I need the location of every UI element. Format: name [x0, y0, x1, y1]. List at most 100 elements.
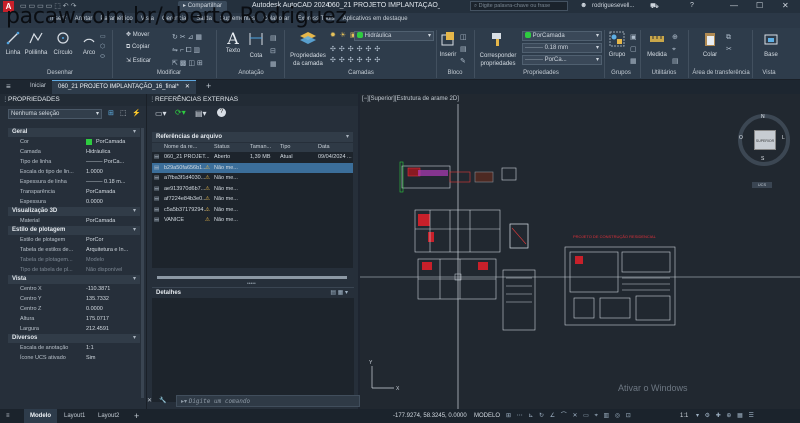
dimension-button[interactable]: Cota — [246, 30, 266, 59]
xref-row[interactable]: ▤ af7224e84b3e0... ⚠ Não me... — [152, 194, 353, 205]
property-row[interactable]: Largura 212.4591 — [8, 324, 140, 334]
refresh-icon[interactable]: ⟳▾ — [175, 108, 186, 117]
measure-button[interactable]: Medida — [644, 31, 670, 58]
xref-row[interactable]: ▤ c5a5b37179294... ⚠ Não me... — [152, 205, 353, 216]
base-view-button[interactable]: Base — [758, 31, 784, 58]
property-row[interactable]: Tipo de tabela de pl... Não disponível — [8, 265, 140, 275]
property-row[interactable]: Centro Y 135.7332 — [8, 294, 140, 304]
property-row[interactable]: Espessura de linha ——— 0.18 m... — [8, 177, 140, 187]
layer-dropdown[interactable]: Hidráulica ▾ — [354, 31, 434, 41]
ribbon-tab[interactable]: Aplicativos em destaque — [343, 16, 408, 22]
model-space-button[interactable]: MODELO — [474, 409, 500, 423]
maximize-button[interactable]: ☐ — [756, 1, 763, 10]
property-row[interactable]: Centro X -110.3871 — [8, 284, 140, 294]
stretch-button[interactable]: ⇲ Esticar — [126, 57, 151, 64]
text-button[interactable]: A Texto — [222, 30, 244, 55]
property-row[interactable]: Escala do tipo de lin... 1.0000 — [8, 167, 140, 177]
property-row[interactable]: Estilo de plotagem PorCor — [8, 235, 140, 245]
status-right-icons[interactable]: ▾ ⚙ ✚ ⊕ ▦ ☰ — [696, 409, 756, 423]
property-row[interactable]: Camada Hidráulica — [8, 147, 140, 157]
layout-menu-icon[interactable]: ≡ — [6, 409, 10, 423]
property-section-header[interactable]: Geral — [8, 128, 140, 137]
close-tab-icon[interactable]: ✕ — [185, 84, 190, 90]
property-row[interactable]: Material PorCamada — [8, 216, 140, 226]
command-line[interactable]: ✕ 🔧 ▸▾ Digite um comando — [147, 395, 360, 407]
group-button[interactable]: Grupo — [606, 31, 628, 58]
layer-small-tools[interactable]: ✣✣✣✣✣✣ ✣✣✣✣✣✣ — [330, 44, 434, 66]
xref-column-header[interactable]: Nome da re... — [164, 143, 197, 152]
change-path-icon[interactable]: ▤▾ — [195, 109, 207, 118]
compass-n[interactable]: N — [761, 114, 765, 120]
line-button[interactable]: Linha — [4, 31, 22, 56]
drawing-viewport[interactable]: [−][Superior][Estrutura de arame 2D] PRO… — [360, 94, 800, 409]
properties-scrollbar[interactable] — [141, 128, 144, 398]
annotation-scale[interactable]: 1:1 — [680, 409, 688, 423]
property-row[interactable]: Espessura 0.0000 — [8, 197, 140, 207]
xref-row[interactable]: ▤ a7fba3f1d4030... ⚠ Não me... — [152, 173, 353, 184]
property-row[interactable]: Ícone UCS ativado Sim — [8, 353, 140, 363]
property-row[interactable]: Transparência PorCamada — [8, 187, 140, 197]
property-section-header[interactable]: Vista — [8, 275, 140, 284]
add-layout-button[interactable]: + — [134, 409, 139, 423]
tab-layout1[interactable]: Layout1 — [64, 409, 85, 423]
property-section-header[interactable]: Diversos — [8, 334, 140, 343]
tab-home[interactable]: Iniciar — [30, 83, 46, 89]
property-row[interactable]: Cor PorCamada — [8, 137, 140, 147]
utilities-small-tools[interactable]: ⊕ ⌖ ▤ — [672, 32, 679, 68]
status-toggle-icons[interactable]: ⊞ ⋯ ⊾ ↻ ∠ ⌒ ✕ ▭ ⌖ ▥ ◎ ⊡ — [506, 409, 633, 423]
layer-properties-button[interactable]: Propriedades da camada — [288, 31, 328, 68]
user-icon[interactable]: ☻ — [580, 2, 587, 9]
xref-column-header[interactable]: Status — [214, 143, 230, 152]
clipboard-small-tools[interactable]: ⧉ ✂ — [726, 32, 732, 56]
xref-column-header[interactable]: Taman... — [250, 143, 271, 152]
circle-button[interactable]: Círculo — [52, 31, 74, 56]
close-command-icon[interactable]: ✕ — [147, 396, 152, 407]
command-settings-icon[interactable]: 🔧 — [159, 396, 166, 407]
ucs-menu[interactable]: UCS — [752, 182, 772, 188]
match-properties-button[interactable]: Corresponder propriedades — [478, 31, 518, 68]
linetype-dropdown[interactable]: ——— PorCa... ▾ — [522, 55, 602, 65]
attach-icon[interactable]: ▭▾ — [155, 109, 167, 118]
block-small-tools[interactable]: ◫ ▤ ✎ — [460, 32, 467, 68]
copy-button[interactable]: ⧉ Copiar — [126, 44, 150, 51]
property-section-header[interactable]: Estilo de plotagem — [8, 226, 140, 235]
lineweight-dropdown[interactable]: ——— 0.18 mm ▾ — [522, 43, 602, 53]
help-icon[interactable]: ? — [690, 2, 694, 9]
compass-l[interactable]: L — [782, 135, 785, 141]
details-view-icon[interactable]: ▤ ▦ ▾ — [330, 288, 348, 298]
color-dropdown[interactable]: PorCamada ▾ — [522, 31, 602, 41]
help-icon[interactable]: ? — [217, 108, 226, 117]
paste-button[interactable]: Colar — [698, 31, 722, 58]
compass-s[interactable]: S — [761, 156, 764, 162]
xref-hscrollbar[interactable] — [157, 276, 347, 279]
selection-dropdown[interactable]: Nenhuma seleção ▾ — [8, 109, 102, 119]
viewcube-face[interactable]: SUPERIOR — [754, 130, 776, 150]
xref-row[interactable]: ▤ ae913970d6b7... ⚠ Não me... — [152, 184, 353, 195]
draw-small-tools[interactable]: ▭ ⬡ ⬭ — [100, 32, 110, 62]
new-tab-button[interactable]: + — [206, 81, 211, 91]
user-name[interactable]: rodriguesevell... — [592, 3, 634, 9]
arc-button[interactable]: Arco — [80, 31, 98, 56]
panel-options-icon[interactable]: ⋮ — [2, 94, 9, 106]
tab-model[interactable]: Modelo — [24, 409, 57, 423]
select-objects-icon[interactable]: ⬚ — [120, 109, 127, 117]
xref-column-header[interactable]: Tipo — [280, 143, 291, 152]
close-button[interactable]: ✕ — [782, 1, 789, 10]
property-row[interactable]: Escala de anotação 1:1 — [8, 343, 140, 353]
property-row[interactable]: Tabela de estilos de... Arquitetura e In.… — [8, 245, 140, 255]
modify-small-tools[interactable]: ↻ ✂ ⊿ ▦ ⇋ ⌐ ⧠ ▥ ⇱ ▩ ◫ ⊞ — [172, 31, 220, 70]
property-row[interactable]: Altura 175.0717 — [8, 314, 140, 324]
minimize-button[interactable]: — — [730, 1, 738, 10]
quick-select-icon[interactable]: ⚡ — [132, 109, 141, 117]
property-section-header[interactable]: Visualização 3D — [8, 207, 140, 216]
insert-block-button[interactable]: Inserir — [438, 31, 458, 58]
tab-active-drawing[interactable]: 060_21 PROJETO IMPLANTAÇÃO_16_final* ✕ — [52, 80, 196, 94]
toggle-pickadd-icon[interactable]: ⊞ — [108, 109, 114, 117]
move-button[interactable]: ✥ Mover — [126, 31, 149, 38]
polyline-button[interactable]: Polilinha — [24, 31, 48, 56]
property-row[interactable]: Tabela de plotagem... Modelo — [8, 255, 140, 265]
tab-layout2[interactable]: Layout2 — [98, 409, 119, 423]
xref-row[interactable]: ▤ 060_21 PROJET... Aberto 1,39 MB Atual 09/04… — [152, 152, 353, 163]
property-row[interactable]: Centro Z 0.0000 — [8, 304, 140, 314]
xref-row[interactable]: ▤ VANICE ⚠ Não me... — [152, 215, 353, 226]
